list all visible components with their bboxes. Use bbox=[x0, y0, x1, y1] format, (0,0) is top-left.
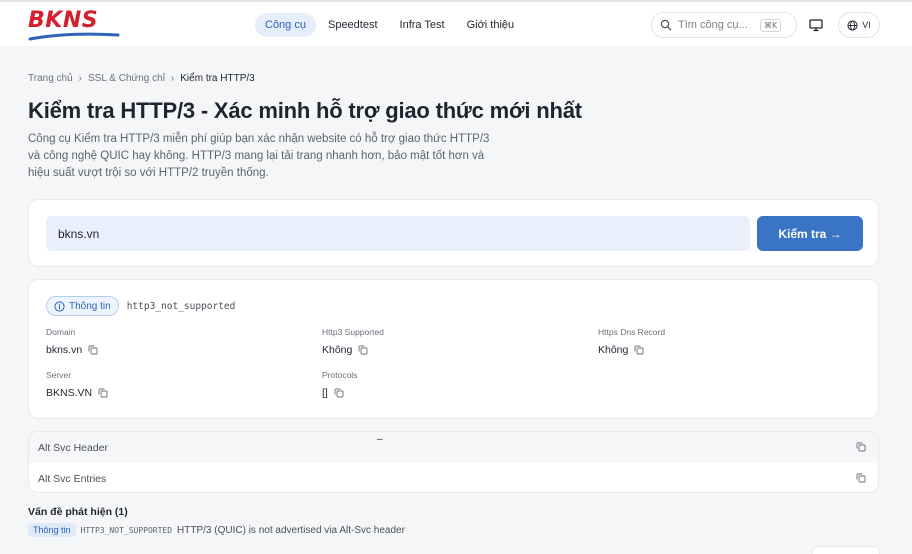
issues-title: Vấn đề phát hiện (1) bbox=[28, 506, 128, 518]
field-label: Protocols bbox=[322, 370, 358, 380]
table-row-value: – bbox=[377, 434, 383, 445]
status-row: Thông tin http3_not_supported bbox=[46, 296, 235, 316]
bkns-logo[interactable]: BKNS bbox=[28, 8, 120, 41]
search-shortcut-hint: ⌘K bbox=[760, 18, 782, 32]
breadcrumb-current: Kiểm tra HTTP/3 bbox=[180, 73, 255, 84]
status-code: http3_not_supported bbox=[126, 300, 236, 312]
issue-code: HTTP3_NOT_SUPPORTED bbox=[80, 525, 173, 535]
main-nav: Công cụ Speedtest Infra Test Giới thiệu bbox=[255, 12, 524, 38]
check-button[interactable]: Kiểm tra → bbox=[757, 216, 863, 251]
copy-icon[interactable] bbox=[634, 345, 644, 355]
copy-icon[interactable] bbox=[88, 345, 98, 355]
status-badge-label: Thông tin bbox=[69, 300, 111, 312]
issue-severity-badge: Thông tin bbox=[28, 523, 76, 537]
copy-icon[interactable] bbox=[856, 442, 866, 452]
language-label: VI bbox=[862, 20, 871, 30]
monitor-icon[interactable] bbox=[808, 17, 824, 33]
language-switcher[interactable]: VI bbox=[838, 12, 880, 38]
field-value: [] bbox=[322, 387, 328, 399]
field-domain: Domain bkns.vn bbox=[46, 327, 98, 356]
globe-icon bbox=[847, 19, 858, 31]
nav-item-speedtest[interactable]: Speedtest bbox=[318, 13, 388, 37]
field-https-dns-record: Https Dns Record Không bbox=[598, 327, 665, 356]
chevron-right-icon: › bbox=[78, 73, 82, 84]
search-icon bbox=[660, 19, 672, 31]
result-card: Thông tin http3_not_supported Domain bkn… bbox=[28, 279, 879, 419]
top-navigation-bar: BKNS Công cụ Speedtest Infra Test Giới t… bbox=[0, 0, 912, 46]
nav-item-cong-cu[interactable]: Công cụ bbox=[255, 13, 316, 37]
url-input[interactable] bbox=[46, 216, 750, 251]
field-http3-supported: Http3 Supported Không bbox=[322, 327, 384, 356]
logo-swoosh-icon bbox=[28, 32, 120, 41]
issue-message: HTTP/3 (QUIC) is not advertised via Alt-… bbox=[177, 524, 405, 536]
nav-item-infra-test[interactable]: Infra Test bbox=[390, 13, 455, 37]
nav-item-gioi-thieu[interactable]: Giới thiệu bbox=[457, 13, 525, 37]
field-server: Server BKNS.VN bbox=[46, 370, 108, 399]
field-value: Không bbox=[322, 344, 353, 356]
breadcrumb: Trang chủ › SSL & Chứng chỉ › Kiểm tra H… bbox=[28, 73, 255, 84]
field-value: Không bbox=[598, 344, 629, 356]
field-protocols: Protocols [] bbox=[322, 370, 357, 399]
search-input[interactable] bbox=[678, 19, 760, 31]
page-title: Kiểm tra HTTP/3 - Xác minh hỗ trợ giao t… bbox=[28, 98, 582, 123]
copy-icon[interactable] bbox=[856, 473, 866, 483]
field-label: Domain bbox=[46, 327, 76, 337]
copy-icon[interactable] bbox=[358, 345, 368, 355]
info-icon bbox=[54, 300, 65, 312]
breadcrumb-home[interactable]: Trang chủ bbox=[28, 73, 73, 84]
copy-icon[interactable] bbox=[334, 388, 344, 398]
table-row-label: Alt Svc Header bbox=[38, 441, 109, 454]
floating-panel-edge[interactable] bbox=[812, 546, 880, 554]
table-row: Alt Svc Entries bbox=[29, 463, 878, 492]
copy-icon[interactable] bbox=[98, 388, 108, 398]
issue-item: Thông tin HTTP3_NOT_SUPPORTED HTTP/3 (QU… bbox=[28, 523, 405, 537]
logo-text: BKNS bbox=[28, 8, 99, 33]
alt-svc-table: Alt Svc Header – Alt Svc Entries bbox=[28, 431, 879, 493]
field-value: bkns.vn bbox=[46, 344, 83, 356]
table-row: Alt Svc Header – bbox=[29, 432, 878, 463]
status-badge: Thông tin bbox=[46, 296, 119, 316]
table-row-label: Alt Svc Entries bbox=[38, 472, 107, 485]
field-label: Http3 Supported bbox=[322, 327, 384, 337]
chevron-right-icon: › bbox=[170, 73, 175, 84]
page-description: Công cụ Kiểm tra HTTP/3 miễn phí giúp bạ… bbox=[28, 133, 490, 179]
field-label: Server bbox=[46, 370, 72, 380]
field-label: Https Dns Record bbox=[598, 327, 666, 337]
search-box[interactable]: ⌘K bbox=[651, 12, 797, 38]
breadcrumb-category[interactable]: SSL & Chứng chỉ bbox=[88, 73, 165, 84]
url-check-form: Kiểm tra → bbox=[28, 199, 879, 267]
field-value: BKNS.VN bbox=[46, 387, 93, 399]
